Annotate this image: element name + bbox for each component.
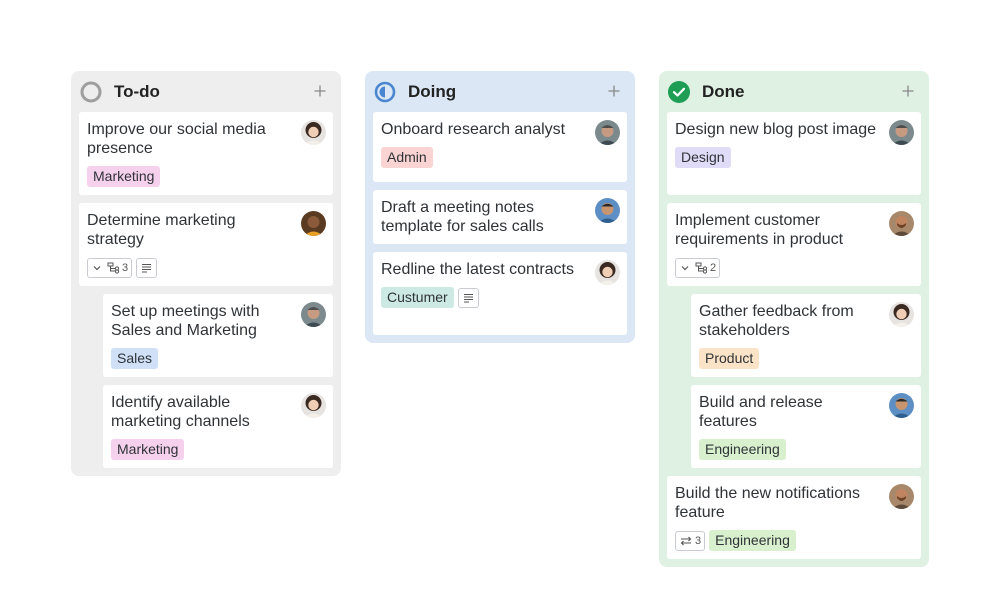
todo-status-icon <box>80 81 102 103</box>
avatar[interactable] <box>889 302 914 327</box>
repeat-chip[interactable]: 3 <box>675 530 706 551</box>
card-title: Determine marketing strategy <box>87 212 236 248</box>
card-title: Draft a meeting notes template for sales… <box>381 199 544 235</box>
card-meta: Admin <box>381 147 587 168</box>
avatar[interactable] <box>301 211 326 236</box>
column-title: To-do <box>114 81 160 101</box>
doing-status-icon <box>374 81 396 103</box>
tag-label[interactable]: Marketing <box>87 166 161 187</box>
subtasks-count: 2 <box>710 261 717 274</box>
column-todo: To-do Improve our social media presence … <box>71 71 341 476</box>
card-title: Redline the latest contracts <box>381 261 574 278</box>
card-title: Build the new notifications feature <box>675 485 860 521</box>
tag-label[interactable]: Product <box>699 348 760 369</box>
column-doing: Doing Onboard research analyst Admin Dra… <box>365 71 635 343</box>
avatar[interactable] <box>889 484 914 509</box>
card-meta: Design <box>675 147 881 168</box>
task-card[interactable]: Improve our social media presence Market… <box>79 112 333 195</box>
avatar[interactable] <box>595 120 620 145</box>
card-title: Implement customer requirements in produ… <box>675 212 844 248</box>
avatar[interactable] <box>889 393 914 418</box>
subtasks-chip[interactable]: 3 <box>87 257 133 278</box>
subtask-card[interactable]: Gather feedback from stakeholders Produc… <box>691 294 921 377</box>
card-title: Onboard research analyst <box>381 121 566 138</box>
tag-label[interactable]: Design <box>675 147 731 168</box>
task-card[interactable]: Draft a meeting notes template for sales… <box>373 190 627 244</box>
done-check-icon <box>668 80 690 103</box>
tag-label[interactable]: Engineering <box>699 439 786 460</box>
subtasks-icon <box>107 262 120 274</box>
card-title: Design new blog post image <box>675 121 877 138</box>
subtask-card[interactable]: Build and release features Engineering <box>691 385 921 468</box>
description-chip[interactable] <box>136 257 158 278</box>
description-chip[interactable] <box>457 287 479 308</box>
subtasks-icon <box>695 262 708 274</box>
avatar[interactable] <box>301 393 326 418</box>
tag-label[interactable]: Sales <box>111 348 159 369</box>
add-card-icon[interactable] <box>603 80 625 102</box>
card-meta: Marketing <box>111 439 293 460</box>
column-header-todo: To-do <box>79 71 333 112</box>
repeat-icon <box>679 535 693 547</box>
column-header-done: Done <box>667 71 921 112</box>
avatar[interactable] <box>595 198 620 223</box>
card-title: Build and release features <box>699 394 823 430</box>
column-done: Done Design new blog post image Design I… <box>659 71 929 567</box>
card-title: Identify available marketing channels <box>111 394 250 430</box>
subtask-card[interactable]: Set up meetings with Sales and Marketing… <box>103 294 333 377</box>
card-meta: Sales <box>111 348 293 369</box>
card-meta: Product <box>699 348 881 369</box>
tag-label[interactable]: Engineering <box>709 530 796 551</box>
avatar[interactable] <box>301 120 326 145</box>
chevron-down-icon <box>91 262 103 274</box>
description-icon <box>140 262 153 274</box>
card-meta: 2 <box>675 257 881 278</box>
card-title: Improve our social media presence <box>87 121 266 157</box>
column-title: Done <box>702 81 745 101</box>
card-title: Set up meetings with Sales and Marketing <box>111 303 260 339</box>
card-meta: Engineering <box>699 439 881 460</box>
avatar[interactable] <box>889 120 914 145</box>
avatar[interactable] <box>595 260 620 285</box>
subtask-card[interactable]: Identify available marketing channels Ma… <box>103 385 333 468</box>
tag-label[interactable]: Custumer <box>381 287 454 308</box>
column-header-doing: Doing <box>373 71 627 112</box>
task-card[interactable]: Build the new notifications feature 3 En… <box>667 476 921 559</box>
avatar[interactable] <box>301 302 326 327</box>
card-meta: Marketing <box>87 166 293 187</box>
task-card[interactable]: Redline the latest contracts Custumer <box>373 252 627 335</box>
tag-label[interactable]: Admin <box>381 147 433 168</box>
repeat-count: 3 <box>695 534 702 547</box>
avatar[interactable] <box>889 211 914 236</box>
task-card[interactable]: Implement customer requirements in produ… <box>667 203 921 286</box>
add-card-icon[interactable] <box>309 80 331 102</box>
card-meta: Custumer <box>381 287 587 308</box>
card-title: Gather feedback from stakeholders <box>699 303 854 339</box>
subtasks-chip[interactable]: 2 <box>675 257 721 278</box>
column-title: Doing <box>408 81 457 101</box>
description-icon <box>462 292 475 304</box>
card-meta: 3 Engineering <box>675 530 881 551</box>
tag-label[interactable]: Marketing <box>111 439 185 460</box>
task-card[interactable]: Determine marketing strategy 3 <box>79 203 333 286</box>
add-card-icon[interactable] <box>897 80 919 102</box>
chevron-down-icon <box>679 262 691 274</box>
card-meta: 3 <box>87 257 293 278</box>
subtasks-count: 3 <box>122 261 129 274</box>
task-card[interactable]: Onboard research analyst Admin <box>373 112 627 182</box>
task-card[interactable]: Design new blog post image Design <box>667 112 921 195</box>
